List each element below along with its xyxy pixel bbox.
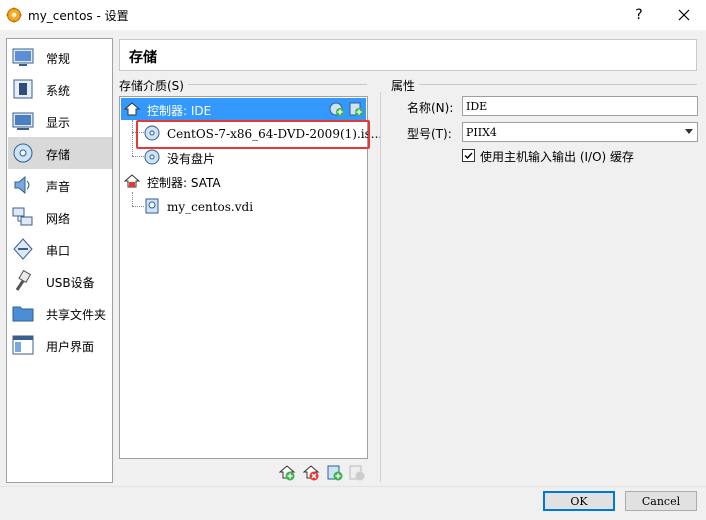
sidebar-item-display[interactable]: 显示: [8, 105, 112, 137]
checkmark-icon: [464, 152, 473, 160]
panel-separator: [380, 92, 381, 482]
remove-attachment-icon[interactable]: [348, 464, 366, 482]
ok-button[interactable]: OK: [543, 491, 615, 511]
serial-port-icon: [13, 238, 33, 260]
name-field[interactable]: IDE: [462, 96, 698, 116]
page-header: 存储: [119, 39, 697, 71]
sidebar-item-general[interactable]: 常规: [8, 41, 112, 73]
sidebar-item-label: 共享文件夹: [46, 308, 107, 322]
sidebar-item-label: 常规: [46, 52, 71, 66]
settings-sidebar: 常规 系统 显示 存储 声音 网络 串口 USB设备 共享文件夹 用户界面: [6, 38, 113, 483]
network-icon: [12, 207, 33, 226]
shared-folder-icon: [12, 306, 34, 322]
storage-media-label: 存储介质(S): [119, 77, 188, 94]
controller-label: 控制器: IDE: [147, 104, 212, 118]
add-attachment-icon[interactable]: [326, 464, 344, 482]
storage-icon: [13, 143, 33, 163]
type-value: PIIX4: [466, 126, 497, 139]
close-icon: [678, 9, 690, 21]
window-title: my_centos - 设置: [28, 9, 129, 23]
usb-icon: [15, 270, 32, 291]
general-icon: [12, 48, 34, 66]
sidebar-item-serial-port[interactable]: 串口: [8, 233, 112, 265]
ok-button-label: OK: [570, 495, 588, 508]
optical-disc-icon: [144, 149, 160, 165]
storage-tree[interactable]: 控制器: IDE CentOS-7-x86_64-DVD-2009(1).is.…: [119, 96, 382, 459]
help-button[interactable]: ?: [628, 4, 650, 26]
tree-row-vdi[interactable]: my_centos.vdi: [144, 195, 364, 217]
sidebar-item-label: 网络: [46, 212, 71, 226]
sidebar-item-storage[interactable]: 存储: [8, 137, 112, 169]
controller-label: 控制器: SATA: [147, 176, 221, 190]
sidebar-item-shared-folders[interactable]: 共享文件夹: [8, 297, 112, 329]
storage-toolbar: [278, 464, 368, 482]
sidebar-item-user-interface[interactable]: 用户界面: [8, 329, 112, 361]
close-button[interactable]: [672, 4, 696, 26]
add-hard-disk-icon[interactable]: [348, 101, 364, 117]
sidebar-item-label: 存储: [46, 148, 71, 162]
title-bar: my_centos - 设置 ?: [0, 0, 706, 30]
type-label: 型号(T):: [407, 127, 452, 141]
io-cache-checkbox[interactable]: [462, 149, 475, 162]
sidebar-item-label: 用户界面: [46, 340, 95, 354]
sidebar-item-label: 串口: [46, 244, 71, 258]
sidebar-item-system[interactable]: 系统: [8, 73, 112, 105]
name-value: IDE: [466, 100, 488, 113]
dropdown-arrow-icon: [685, 129, 693, 134]
bottom-divider: [0, 486, 706, 487]
properties-group-divider: [391, 84, 697, 85]
hard-disk-icon: [145, 198, 159, 214]
controller-icon: [124, 174, 140, 188]
sidebar-item-usb[interactable]: USB设备: [8, 265, 112, 297]
properties-label: 属性: [391, 77, 420, 94]
sidebar-item-network[interactable]: 网络: [8, 201, 112, 233]
add-optical-drive-icon[interactable]: [329, 101, 345, 117]
tree-row-controller-sata[interactable]: 控制器: SATA: [121, 170, 366, 192]
tree-row-controller-ide[interactable]: 控制器: IDE: [121, 98, 366, 120]
user-interface-icon: [12, 335, 34, 355]
controller-icon: [124, 102, 140, 116]
io-cache-label: 使用主机输入输出 (I/O) 缓存: [480, 150, 635, 164]
cancel-button-label: Cancel: [641, 495, 681, 508]
display-icon: [12, 112, 34, 130]
type-select[interactable]: PIIX4: [462, 122, 698, 142]
system-icon: [13, 79, 33, 99]
sidebar-item-audio[interactable]: 声音: [8, 169, 112, 201]
tree-row-empty-drive[interactable]: 没有盘片: [144, 146, 364, 168]
add-controller-icon[interactable]: [278, 464, 296, 482]
sidebar-item-label: 声音: [46, 180, 71, 194]
page-title: 存储: [129, 50, 157, 66]
sidebar-item-label: USB设备: [46, 276, 95, 290]
device-label: my_centos.vdi: [167, 200, 254, 214]
remove-controller-icon[interactable]: [302, 464, 320, 482]
sidebar-item-label: 系统: [46, 84, 71, 98]
name-label: 名称(N):: [407, 101, 454, 115]
virtualbox-gear-icon: [6, 7, 22, 23]
selection-highlight-box: [136, 120, 370, 149]
cancel-button[interactable]: Cancel: [625, 491, 697, 511]
device-label: 没有盘片: [167, 152, 216, 166]
sidebar-item-label: 显示: [46, 116, 71, 130]
audio-icon: [14, 175, 30, 195]
